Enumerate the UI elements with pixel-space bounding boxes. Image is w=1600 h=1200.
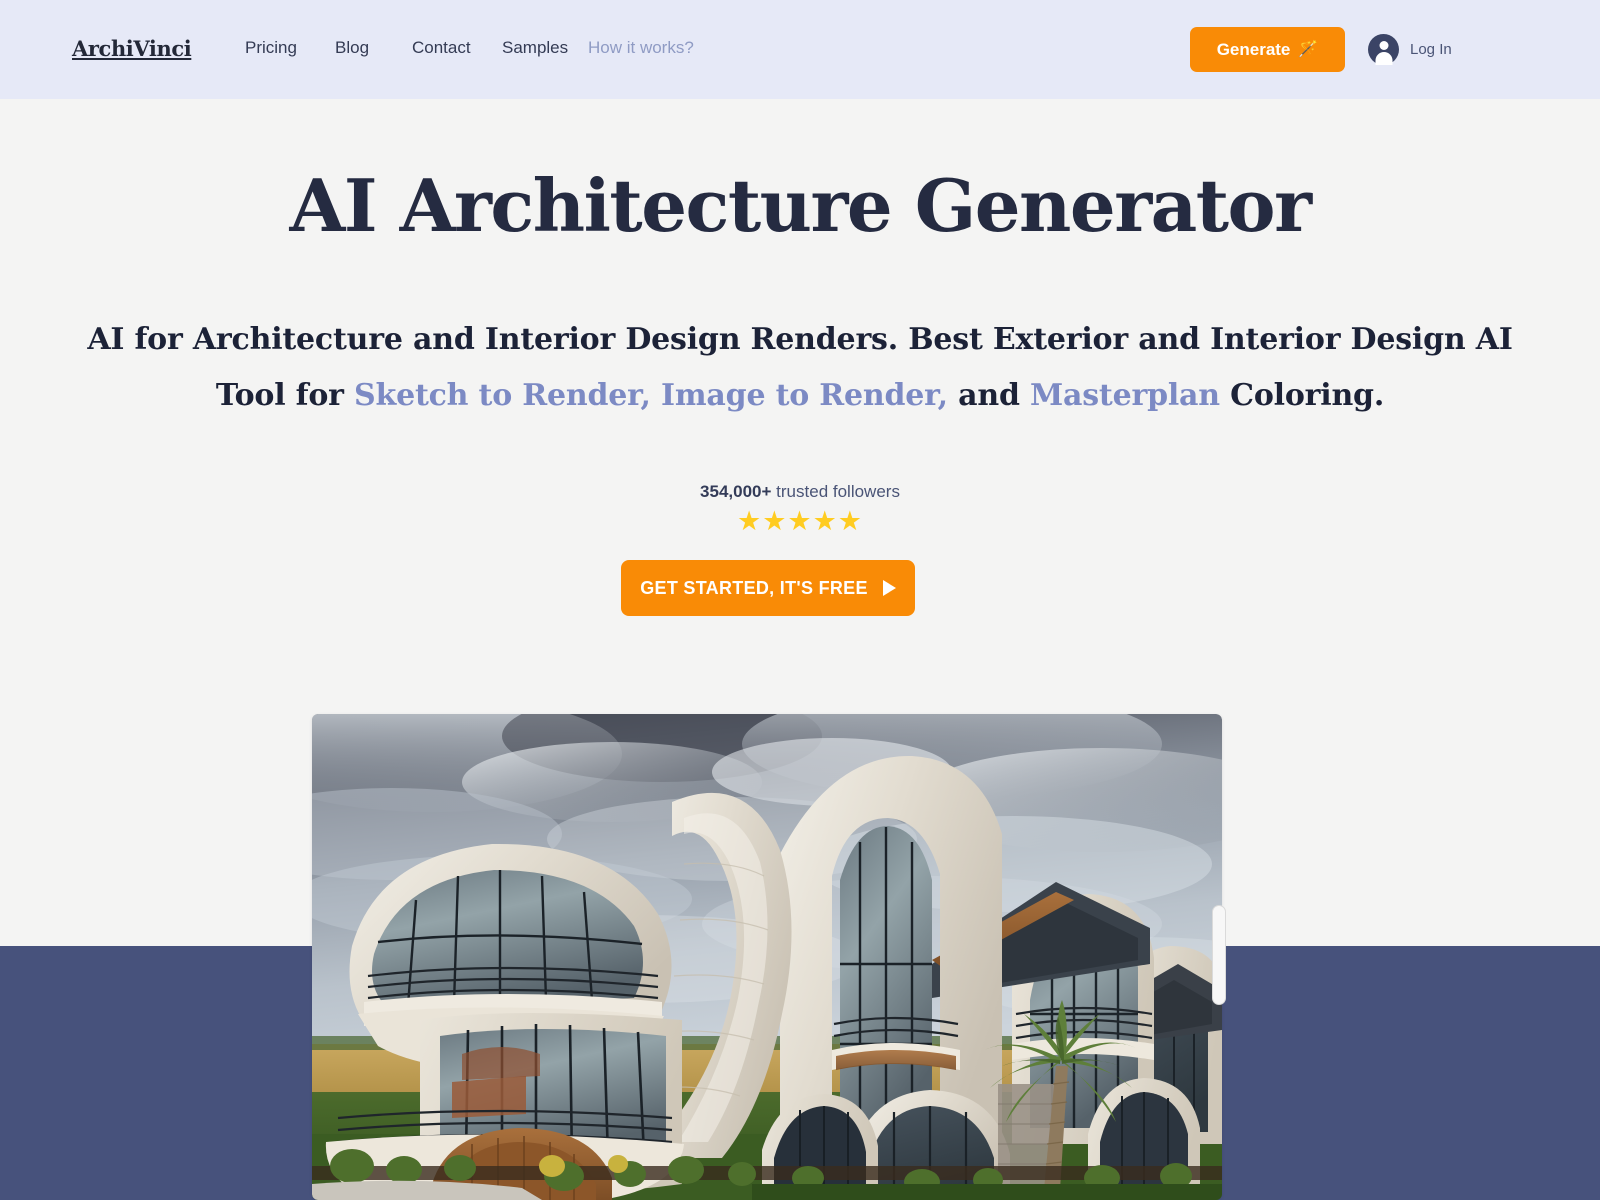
site-header: ArchiVinci Pricing Blog Contact Samples … [0,0,1600,99]
hero-image-illustration [312,714,1222,1200]
nav-item-how-it-works[interactable]: How it works? [588,38,694,58]
social-proof: 354,000+ trusted followers ★★★★★ [0,482,1600,535]
nav-item-blog[interactable]: Blog [335,38,412,58]
generate-button[interactable]: Generate 🪄 [1190,27,1345,72]
page-title: AI Architecture Generator [289,163,1312,248]
nav-item-contact[interactable]: Contact [412,38,502,58]
vertical-scrollbar-thumb[interactable] [1212,905,1226,1005]
hero-subtitle: AI for Architecture and Interior Design … [0,312,1600,423]
hero-subtitle-accent-2[interactable]: Masterplan [1030,378,1220,413]
get-started-button[interactable]: GET STARTED, IT'S FREE [621,560,915,616]
generate-button-label: Generate [1216,39,1291,59]
nav-item-samples[interactable]: Samples [502,38,588,58]
star-rating: ★★★★★ [736,506,864,536]
hero-image [312,714,1222,1200]
followers-count: 354,000+ [700,482,772,501]
play-arrow-icon [882,580,896,596]
followers-line: 354,000+ trusted followers [0,482,1600,502]
magic-wand-icon: 🪄 [1298,40,1319,58]
brand-logo[interactable]: ArchiVinci [72,36,192,61]
followers-label: trusted followers [776,482,900,501]
nav-item-pricing[interactable]: Pricing [245,38,335,58]
user-avatar-icon [1368,34,1399,65]
hero-subtitle-part-3: Coloring. [1219,377,1385,413]
main-navigation: Pricing Blog Contact Samples How it work… [245,38,694,58]
get-started-label: GET STARTED, IT'S FREE [640,577,868,598]
login-label: Log In [1410,41,1452,58]
hero-subtitle-accent-1[interactable]: Sketch to Render, Image to Render, [354,378,948,413]
hero-subtitle-part-2: and [947,377,1030,413]
login-button[interactable]: Log In [1368,34,1452,65]
